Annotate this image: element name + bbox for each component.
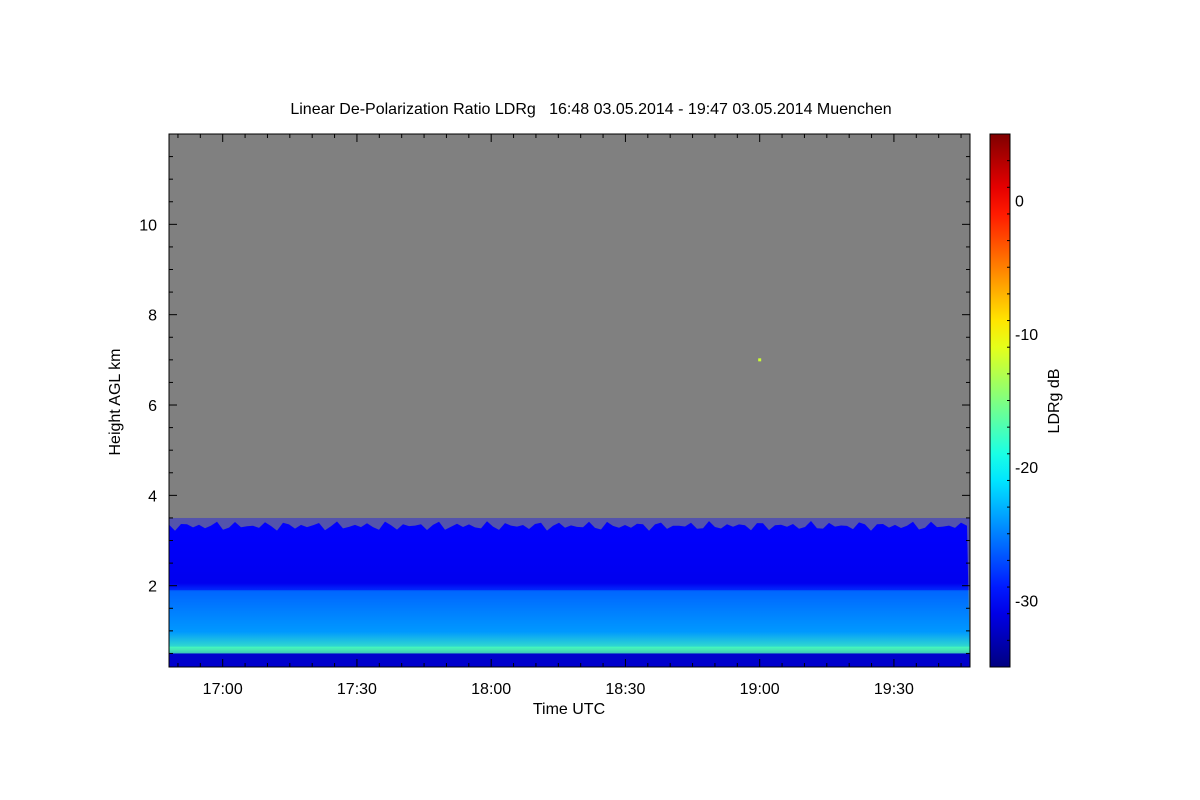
y-tick-label: 10 xyxy=(139,217,157,234)
layer-band-3 xyxy=(169,646,970,654)
colorbar-tick-label: -10 xyxy=(1015,327,1038,344)
x-axis-label: Time UTC xyxy=(533,701,605,718)
y-tick-label: 8 xyxy=(148,308,157,325)
x-tick-label: 19:00 xyxy=(740,681,780,698)
plot-area xyxy=(169,134,970,667)
x-tick-label: 18:00 xyxy=(471,681,511,698)
layer-band-1 xyxy=(169,590,970,649)
x-tick-label: 19:30 xyxy=(874,681,914,698)
y-tick-label: 4 xyxy=(148,488,157,505)
x-tick-label: 17:30 xyxy=(337,681,377,698)
colorbar-label: LDRg dB xyxy=(1046,369,1063,434)
chart-title: Linear De-Polarization Ratio LDRg 16:48 … xyxy=(290,101,891,118)
x-tick-label: 18:30 xyxy=(605,681,645,698)
x-tick-label: 17:00 xyxy=(203,681,243,698)
ldr-chart: Linear De-Polarization Ratio LDRg 16:48 … xyxy=(107,101,1063,718)
isolated-data-point xyxy=(758,358,762,362)
y-tick-label: 2 xyxy=(148,579,157,596)
y-axis-label: Height AGL km xyxy=(107,348,124,455)
y-tick-label: 6 xyxy=(148,398,157,415)
colorbar: 0 -10 -20 -30 xyxy=(989,133,1038,668)
colorbar-tick-label: -30 xyxy=(1015,593,1038,610)
colorbar-tick-label: 0 xyxy=(1015,194,1024,211)
colorbar-tick-label: -20 xyxy=(1015,460,1038,477)
layer-band-2 xyxy=(169,517,970,591)
